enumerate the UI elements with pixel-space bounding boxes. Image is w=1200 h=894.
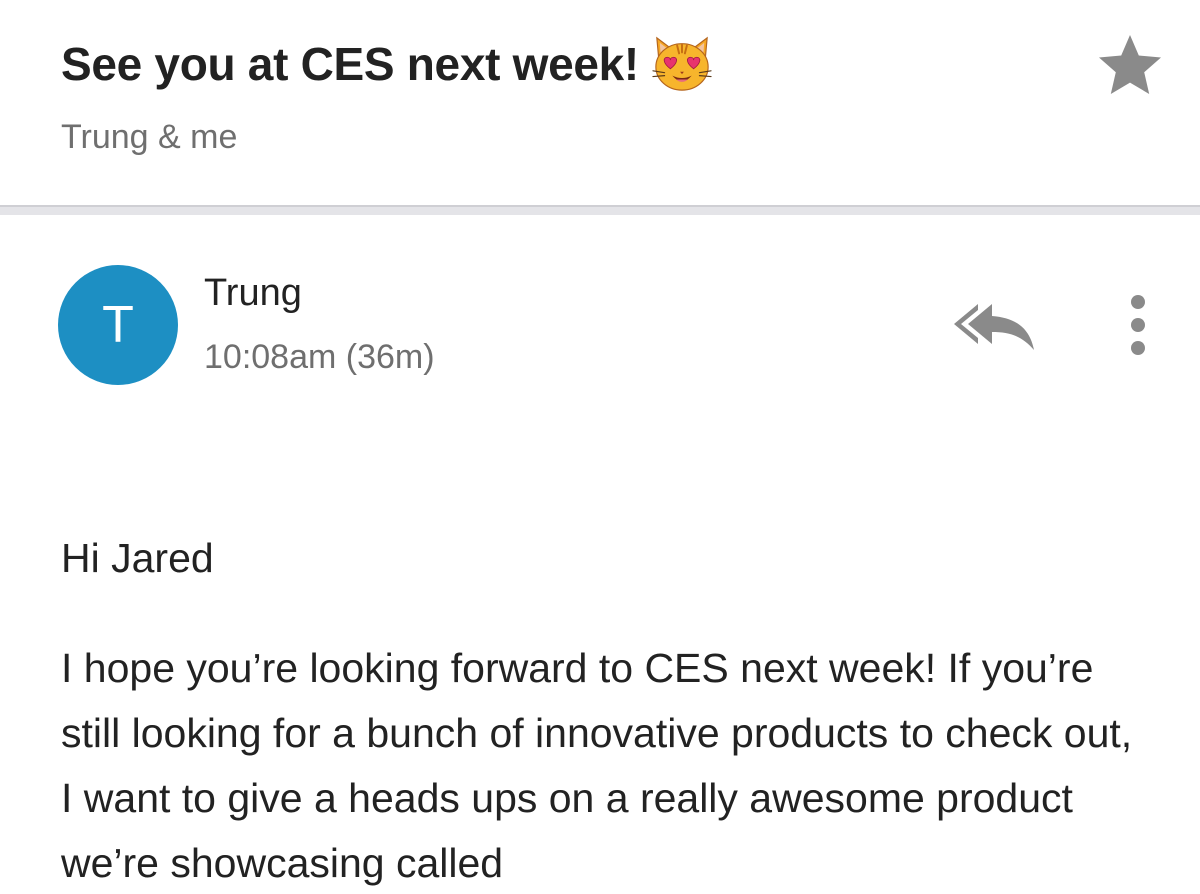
- smiling-cat-heart-eyes-icon: [652, 36, 712, 91]
- reply-all-icon[interactable]: [948, 294, 1038, 356]
- more-vertical-icon[interactable]: [1118, 292, 1158, 358]
- email-thread-view: See you at CES next week! Trung & me T T…: [0, 0, 1200, 894]
- message-timestamp: 10:08am (36m): [204, 338, 435, 376]
- sender-name[interactable]: Trung: [204, 272, 302, 315]
- message-paragraph: I hope you’re looking forward to CES nex…: [61, 645, 1133, 886]
- message-greeting: Hi Jared: [61, 535, 214, 581]
- subject-line: See you at CES next week!: [61, 34, 713, 94]
- email-subject: See you at CES next week!: [61, 38, 639, 90]
- header-divider: [0, 205, 1200, 215]
- sender-avatar[interactable]: T: [58, 265, 178, 385]
- message-body: Hi Jared I hope you’re looking forward t…: [61, 526, 1151, 894]
- star-icon[interactable]: [1096, 34, 1164, 96]
- subject-header: See you at CES next week! Trung & me: [0, 0, 1200, 205]
- thread-participants: Trung & me: [61, 118, 238, 156]
- avatar-initial: T: [102, 296, 134, 354]
